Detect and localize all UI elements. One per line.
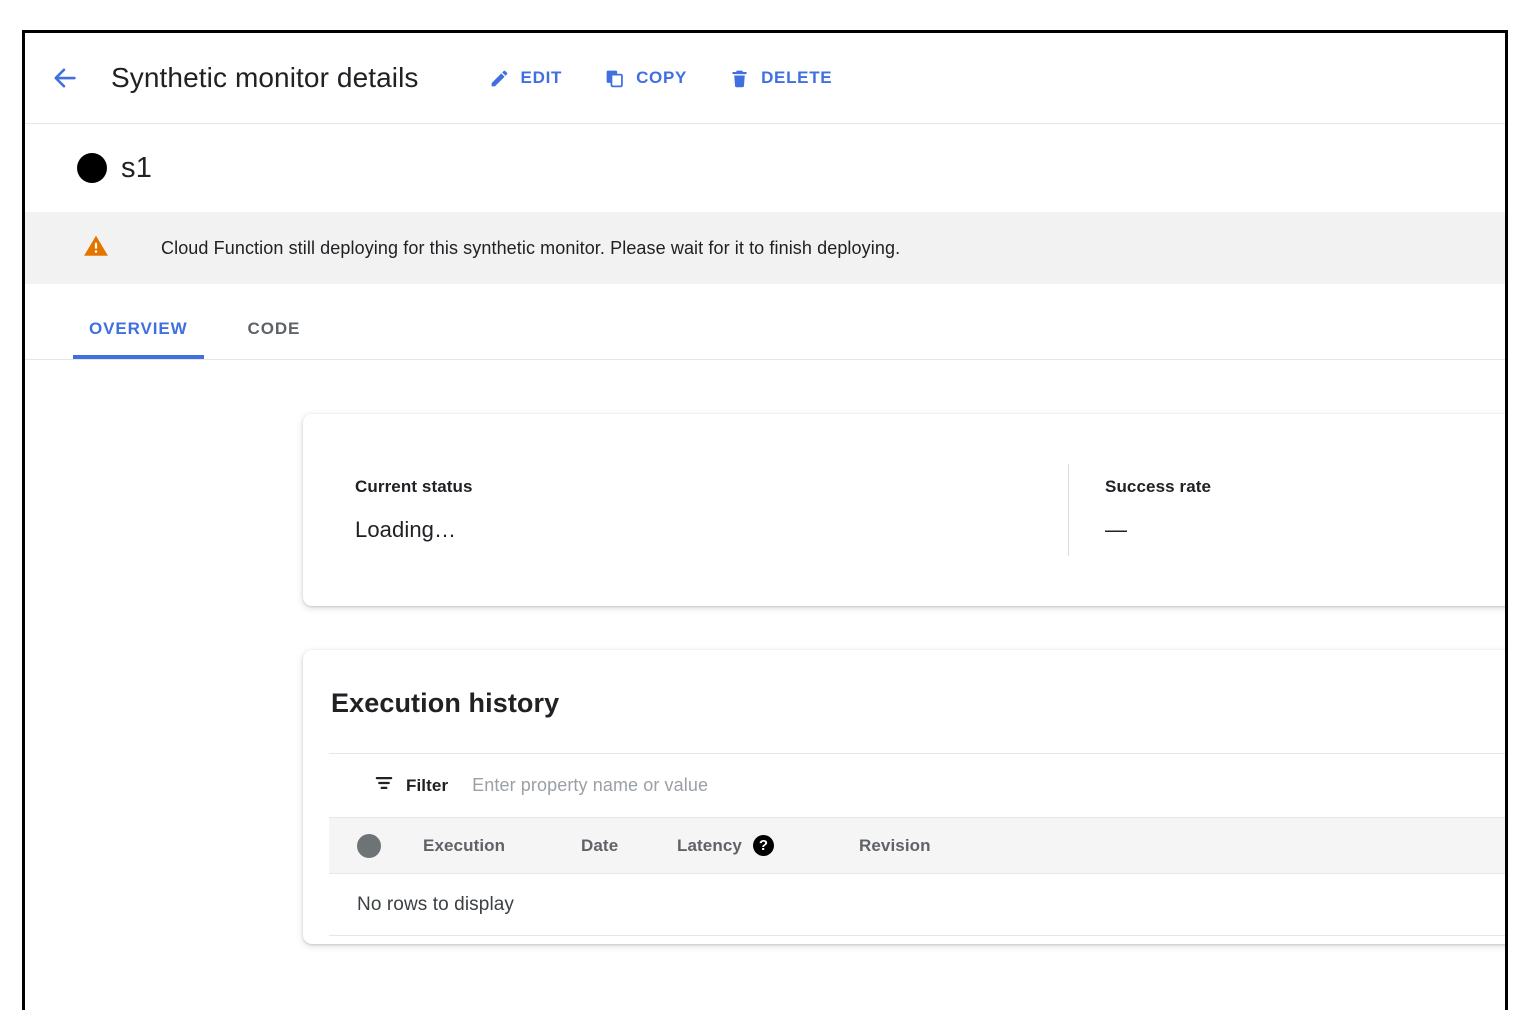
column-header-latency-label: Latency: [677, 836, 742, 856]
app-frame: Synthetic monitor details EDIT COPY: [22, 30, 1508, 1010]
status-dot-icon: [77, 153, 107, 183]
tab-bar: OVERVIEW CODE: [25, 284, 1505, 360]
success-rate-value: —: [1105, 517, 1211, 543]
column-header-execution[interactable]: Execution: [423, 836, 581, 856]
pencil-icon: [489, 68, 510, 89]
warning-banner: Cloud Function still deploying for this …: [25, 212, 1505, 284]
edit-button-label: EDIT: [521, 68, 563, 88]
table-empty-message: No rows to display: [357, 894, 514, 916]
current-status-value: Loading…: [355, 517, 1068, 543]
column-header-latency[interactable]: Latency ?: [677, 835, 859, 856]
status-circle-icon: [357, 834, 381, 858]
resource-header: s1: [25, 124, 1505, 212]
delete-button-label: DELETE: [761, 68, 832, 88]
table-header-row: Execution Date Latency ? Revision: [329, 818, 1508, 874]
warning-banner-message: Cloud Function still deploying for this …: [161, 238, 900, 259]
delete-button[interactable]: DELETE: [729, 68, 832, 89]
filter-icon[interactable]: [373, 772, 395, 799]
current-status-label: Current status: [355, 477, 1068, 497]
latency-help-icon[interactable]: ?: [753, 835, 774, 856]
copy-icon: [604, 68, 625, 89]
success-rate-label: Success rate: [1105, 477, 1211, 497]
table-empty-row: No rows to display: [329, 874, 1508, 936]
status-summary-card: Current status Loading… Success rate —: [303, 414, 1508, 606]
filter-bar: Filter ?: [329, 754, 1508, 818]
filter-input[interactable]: [472, 775, 1508, 796]
warning-triangle-icon: [83, 233, 109, 264]
copy-button-label: COPY: [636, 68, 687, 88]
current-status-block: Current status Loading…: [303, 477, 1068, 543]
page-title: Synthetic monitor details: [111, 62, 419, 94]
back-button[interactable]: [43, 56, 87, 100]
filter-label: Filter: [406, 776, 448, 796]
overview-content: Current status Loading… Success rate — E…: [25, 360, 1505, 1010]
app-bar: Synthetic monitor details EDIT COPY: [25, 33, 1505, 124]
success-rate-block: Success rate —: [1068, 464, 1211, 556]
edit-button[interactable]: EDIT: [489, 68, 563, 89]
resource-name: s1: [121, 152, 152, 185]
execution-history-card: Execution history Filter ? Execution Dat…: [303, 650, 1508, 944]
execution-history-title: Execution history: [303, 650, 1508, 753]
column-header-date[interactable]: Date: [581, 836, 677, 856]
trash-icon: [729, 68, 750, 89]
tab-overview[interactable]: OVERVIEW: [73, 319, 204, 359]
copy-button[interactable]: COPY: [604, 68, 687, 89]
tab-code[interactable]: CODE: [232, 319, 317, 359]
column-header-revision[interactable]: Revision: [859, 836, 931, 856]
arrow-left-icon: [50, 63, 80, 93]
app-bar-actions: EDIT COPY DELETE: [489, 68, 833, 89]
